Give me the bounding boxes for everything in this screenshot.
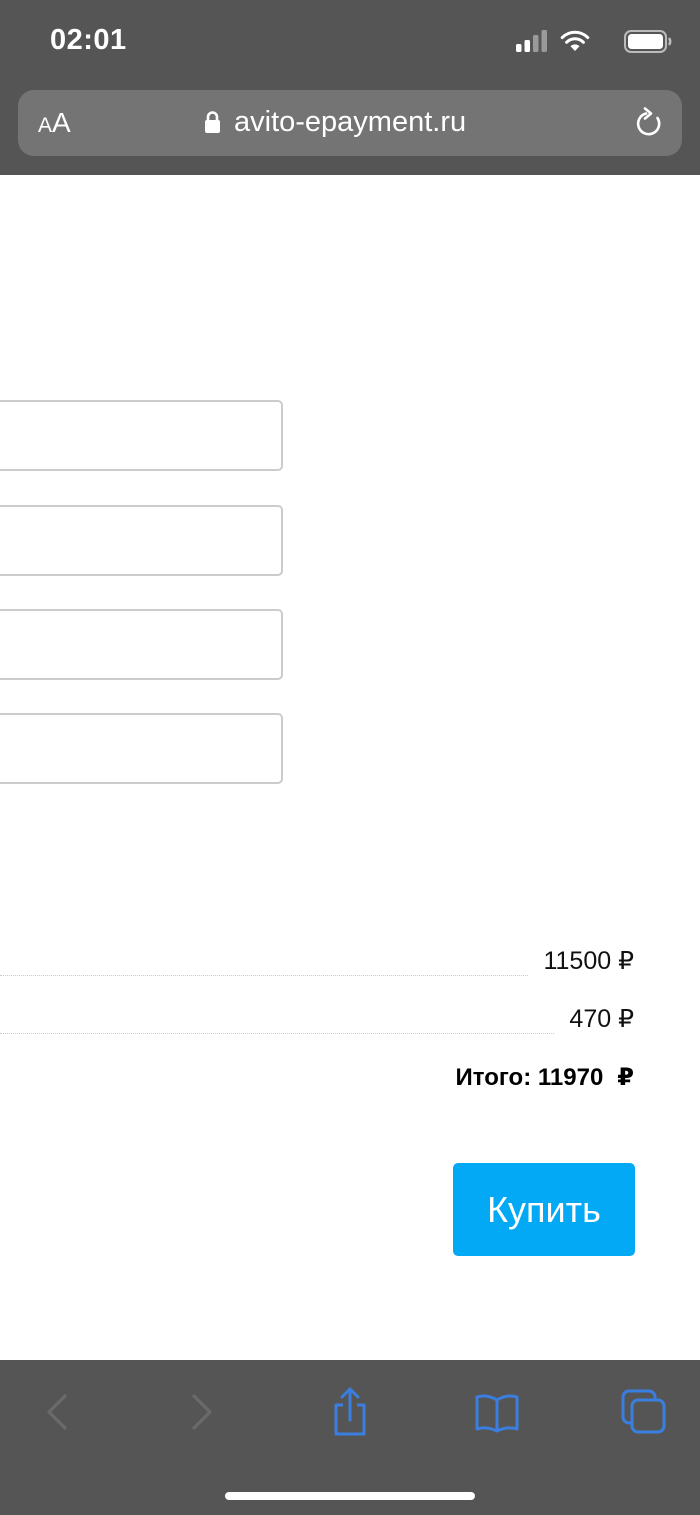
form-field-2[interactable] — [0, 505, 283, 576]
bookmarks-icon[interactable] — [469, 1384, 525, 1440]
share-icon[interactable] — [322, 1384, 378, 1440]
status-time: 02:01 — [50, 24, 127, 56]
url-text[interactable]: avito-epayment.ru — [234, 106, 466, 139]
forward-icon[interactable] — [174, 1384, 230, 1440]
form-field-1[interactable] — [0, 400, 283, 471]
tabs-icon[interactable] — [616, 1384, 672, 1440]
address-bar[interactable]: AA avito-epayment.ru — [18, 90, 682, 156]
order-total: Итого: 11970 ₽ — [456, 1063, 634, 1092]
battery-icon — [624, 30, 672, 53]
total-currency: ₽ — [617, 1064, 634, 1091]
order-line-amount: 470 ₽ — [569, 1005, 634, 1033]
dotted-leader — [0, 1033, 554, 1034]
dotted-leader — [0, 975, 528, 976]
home-indicator[interactable] — [225, 1492, 475, 1500]
form-field-4[interactable] — [0, 713, 283, 784]
lock-icon — [205, 111, 220, 133]
total-label: Итого: 11970 — [455, 1064, 604, 1091]
browser-top-bar: 02:01 AA avito-epayment.ru — [0, 0, 700, 175]
form-field-3[interactable] — [0, 609, 283, 680]
cellular-signal-icon — [516, 30, 547, 52]
order-line: 11500 ₽ — [0, 946, 634, 980]
reload-icon[interactable] — [634, 106, 666, 140]
order-line: 470 ₽ — [0, 1004, 634, 1038]
buy-button[interactable]: Купить — [453, 1163, 635, 1256]
text-size-button[interactable]: AA — [38, 107, 71, 139]
back-icon[interactable] — [29, 1384, 85, 1440]
wifi-icon — [560, 30, 590, 51]
order-line-amount: 11500 ₽ — [543, 947, 634, 975]
